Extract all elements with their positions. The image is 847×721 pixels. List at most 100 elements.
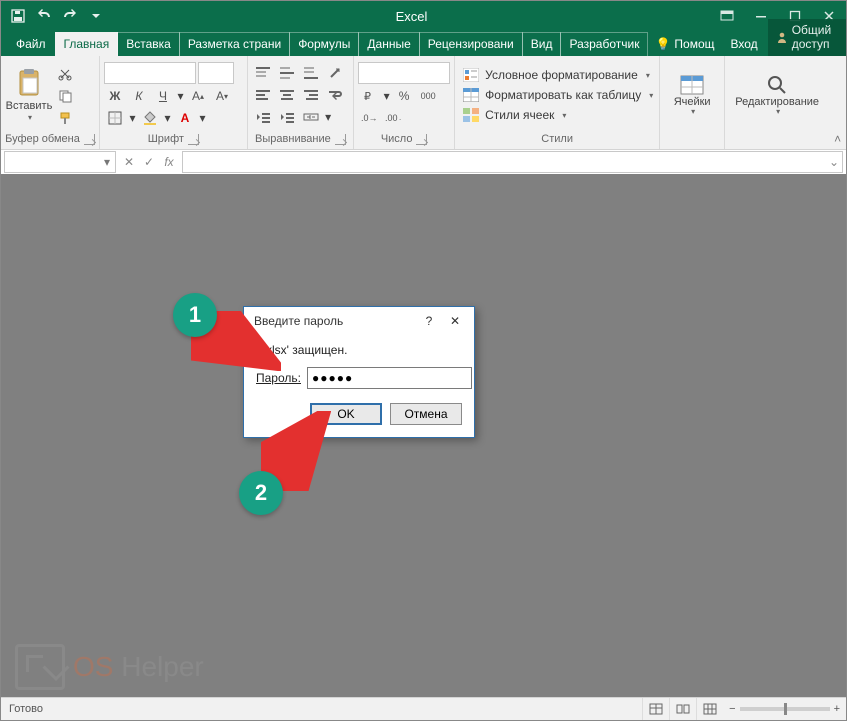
save-icon[interactable]	[7, 5, 29, 27]
decrease-indent-icon[interactable]	[252, 107, 274, 127]
conditional-formatting-label: Условное форматирование	[485, 68, 638, 82]
chevron-down-icon[interactable]: ▾	[163, 111, 172, 125]
borders-icon[interactable]	[104, 108, 126, 128]
qat-customize-icon[interactable]	[85, 5, 107, 27]
person-icon	[776, 31, 788, 43]
cell-styles-button[interactable]: Стили ячеек▾	[459, 106, 570, 124]
align-bottom-icon[interactable]	[300, 63, 322, 83]
ribbon-options-icon[interactable]	[710, 1, 744, 31]
zoom-in-button[interactable]: +	[834, 703, 840, 715]
format-as-table-button[interactable]: Форматировать как таблицу▾	[459, 86, 657, 104]
decrease-decimal-icon[interactable]: .00→.0	[382, 108, 404, 128]
group-editing: Редактирование ▾	[725, 56, 829, 149]
find-icon	[766, 74, 788, 96]
font-size-combo[interactable]	[198, 62, 234, 84]
chevron-down-icon[interactable]: ▾	[198, 111, 207, 125]
cells-icon	[679, 74, 705, 96]
tab-formulas[interactable]: Формулы	[289, 32, 359, 56]
align-top-icon[interactable]	[252, 63, 274, 83]
editing-button[interactable]: Редактирование ▾	[729, 74, 825, 117]
bold-button[interactable]: Ж	[104, 86, 126, 106]
tab-view[interactable]: Вид	[522, 32, 562, 56]
orientation-icon[interactable]	[324, 63, 346, 83]
font-color-icon[interactable]: A	[174, 108, 196, 128]
zoom-out-button[interactable]: −	[729, 703, 735, 715]
page-break-view-icon[interactable]	[696, 698, 723, 720]
dialog-launcher-icon[interactable]	[335, 134, 346, 145]
align-middle-icon[interactable]	[276, 63, 298, 83]
chevron-down-icon[interactable]: ▾	[128, 111, 137, 125]
dialog-close-button[interactable]: ✕	[442, 309, 468, 333]
increase-font-icon[interactable]: A▴	[187, 86, 209, 106]
tab-page-layout[interactable]: Разметка страни	[179, 32, 290, 56]
group-styles-label: Стили	[541, 133, 573, 145]
chevron-down-icon[interactable]: ▾	[99, 155, 115, 169]
formula-input[interactable]: ⌄	[182, 151, 843, 173]
tell-me[interactable]: 💡 Помощ	[647, 33, 722, 56]
sign-in[interactable]: Вход	[723, 33, 766, 56]
increase-indent-icon[interactable]	[276, 107, 298, 127]
tab-home[interactable]: Главная	[55, 32, 119, 56]
insert-function-button[interactable]: fx	[159, 152, 179, 172]
format-painter-icon[interactable]	[55, 109, 75, 127]
status-bar: Готово − +	[1, 697, 846, 720]
chevron-down-icon[interactable]: ▾	[176, 89, 185, 103]
dialog-launcher-icon[interactable]	[416, 134, 427, 145]
dialog-launcher-icon[interactable]	[188, 134, 199, 145]
accounting-format-icon[interactable]: ₽	[358, 86, 380, 106]
tab-developer[interactable]: Разработчик	[560, 32, 648, 56]
chevron-down-icon: ▾	[562, 111, 566, 120]
page-layout-view-icon[interactable]	[669, 698, 696, 720]
cancel-formula-button[interactable]: ✕	[119, 152, 139, 172]
merge-center-icon[interactable]	[300, 107, 322, 127]
copy-icon[interactable]	[55, 87, 75, 105]
percent-format-button[interactable]: %	[393, 86, 415, 106]
cut-icon[interactable]	[55, 65, 75, 83]
chevron-down-icon[interactable]: ▾	[382, 89, 391, 103]
svg-text:.0→.00: .0→.00	[361, 113, 377, 123]
annotation-badge-1: 1	[173, 293, 217, 337]
status-ready: Готово	[1, 703, 51, 715]
chevron-down-icon[interactable]: ▾	[324, 110, 333, 124]
cell-styles-icon	[463, 108, 479, 122]
number-format-combo[interactable]	[358, 62, 450, 84]
wrap-text-icon[interactable]	[324, 85, 346, 105]
redo-icon[interactable]	[59, 5, 81, 27]
enter-formula-button[interactable]: ✓	[139, 152, 159, 172]
zoom-slider[interactable]	[740, 707, 830, 711]
cancel-button[interactable]: Отмена	[390, 403, 462, 425]
decrease-font-icon[interactable]: A▾	[211, 86, 233, 106]
expand-formula-bar-icon[interactable]: ⌄	[826, 155, 842, 169]
share-button[interactable]: Общий доступ	[768, 19, 846, 56]
comma-format-button[interactable]: 000	[417, 86, 439, 106]
cells-button[interactable]: Ячейки ▾	[664, 74, 720, 117]
formula-bar: ▾ ✕ ✓ fx ⌄	[1, 150, 846, 175]
chevron-down-icon: ▾	[28, 114, 32, 123]
password-label: Пароль:	[256, 371, 301, 385]
conditional-formatting-button[interactable]: Условное форматирование ▾	[459, 66, 654, 84]
increase-decimal-icon[interactable]: .0→.00	[358, 108, 380, 128]
name-box[interactable]: ▾	[4, 151, 116, 173]
tab-insert[interactable]: Вставка	[117, 32, 180, 56]
password-input[interactable]	[307, 367, 472, 389]
tab-file[interactable]: Файл	[6, 33, 56, 56]
dialog-help-button[interactable]: ?	[416, 309, 442, 333]
normal-view-icon[interactable]	[642, 698, 669, 720]
align-left-icon[interactable]	[252, 85, 274, 105]
align-center-icon[interactable]	[276, 85, 298, 105]
chevron-down-icon: ▾	[646, 71, 650, 80]
font-name-combo[interactable]	[104, 62, 196, 84]
dialog-launcher-icon[interactable]	[84, 134, 95, 145]
align-right-icon[interactable]	[300, 85, 322, 105]
underline-button[interactable]: Ч	[152, 86, 174, 106]
fill-color-icon[interactable]	[139, 108, 161, 128]
tab-review[interactable]: Рецензировани	[419, 32, 523, 56]
undo-icon[interactable]	[33, 5, 55, 27]
italic-button[interactable]: К	[128, 86, 150, 106]
paste-button[interactable]: Вставить ▾	[5, 68, 53, 123]
group-clipboard: Вставить ▾ Буфер обмена	[1, 56, 100, 149]
collapse-ribbon-icon[interactable]: ˄	[829, 56, 846, 149]
ok-button[interactable]: OK	[310, 403, 382, 425]
tab-data[interactable]: Данные	[358, 32, 419, 56]
app-title: Excel	[113, 9, 710, 24]
